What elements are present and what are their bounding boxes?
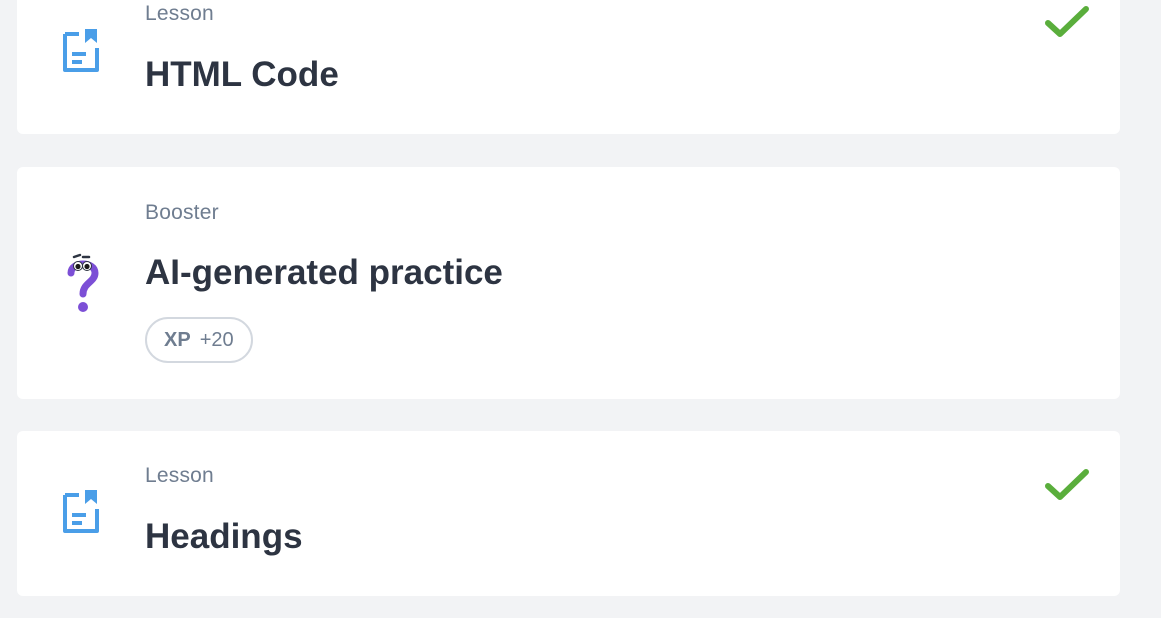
question-mark-character-icon bbox=[67, 253, 99, 312]
lesson-card-html-code[interactable]: Lesson HTML Code bbox=[17, 0, 1120, 134]
checkmark-icon bbox=[1045, 469, 1089, 500]
item-type-label: Lesson bbox=[145, 2, 214, 25]
lesson-card-headings[interactable]: Lesson Headings bbox=[17, 431, 1120, 596]
item-title: Headings bbox=[145, 517, 303, 556]
xp-badge: XP +20 bbox=[145, 317, 253, 363]
lesson-list: Lesson HTML Code Booster AI-generated pr… bbox=[0, 0, 1161, 618]
xp-value: +20 bbox=[199, 328, 234, 351]
item-type-label: Booster bbox=[145, 201, 219, 224]
xp-label: XP bbox=[164, 328, 191, 351]
item-title: HTML Code bbox=[145, 55, 339, 94]
checkmark-icon bbox=[1045, 6, 1089, 37]
booster-card-ai-practice[interactable]: Booster AI-generated practice XP +20 bbox=[17, 167, 1120, 399]
item-title: AI-generated practice bbox=[145, 253, 503, 292]
lesson-document-icon bbox=[63, 29, 99, 72]
item-type-label: Lesson bbox=[145, 464, 214, 487]
lesson-document-icon bbox=[63, 490, 99, 533]
